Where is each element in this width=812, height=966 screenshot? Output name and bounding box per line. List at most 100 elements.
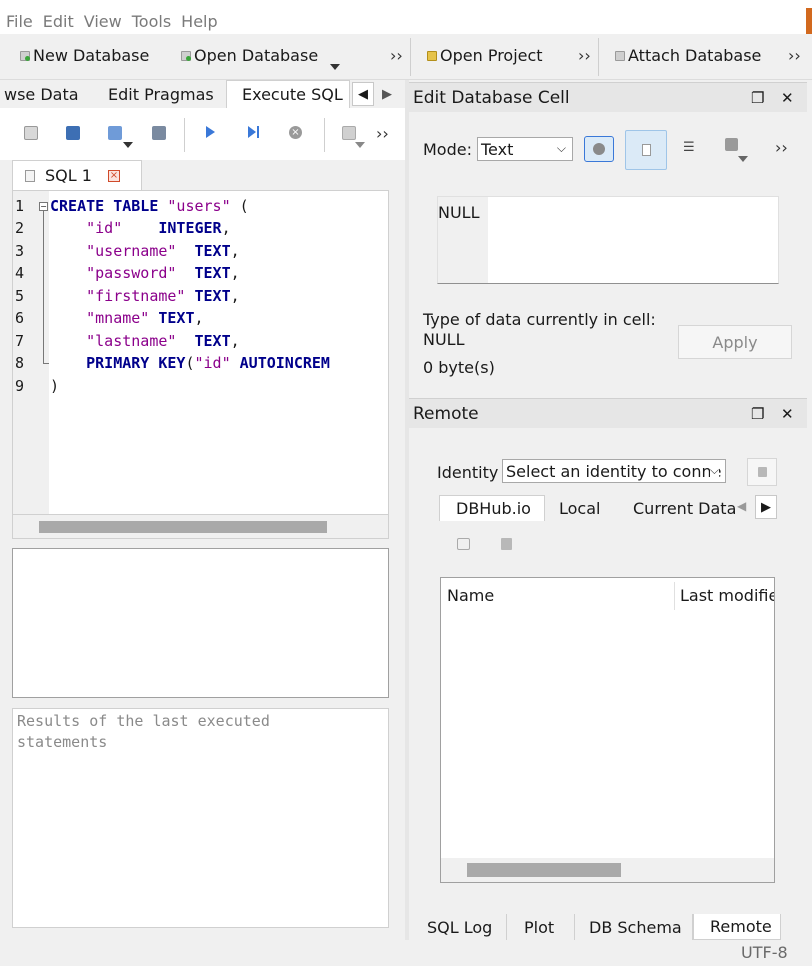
editor-horizontal-scrollbar[interactable] — [12, 515, 389, 539]
menu-edit[interactable]: Edit — [43, 12, 74, 31]
document-icon — [642, 144, 651, 156]
mode-select[interactable]: Text ⌵ — [477, 137, 573, 161]
menu-help[interactable]: Help — [181, 12, 217, 31]
remote-title: Remote — [413, 403, 479, 424]
print-icon[interactable] — [152, 126, 166, 140]
code-line: "username" TEXT, — [86, 242, 240, 260]
line-number: 5 — [15, 287, 25, 305]
type-label: Type of data currently in cell: — [423, 310, 656, 329]
code-line: "id" INTEGER, — [86, 219, 231, 237]
import-icon[interactable] — [725, 138, 738, 151]
main-tab-bar: wse Data Edit Pragmas Execute SQL ◀ ▶ — [0, 80, 405, 108]
tab-execute-sql[interactable]: Execute SQL — [226, 80, 350, 108]
identity-select[interactable]: Select an identity to conne ⌵ — [502, 459, 726, 483]
list-header: Name Last modified — [441, 578, 774, 612]
open-database-button[interactable]: Open Database — [181, 46, 318, 65]
results-grid[interactable] — [12, 548, 389, 698]
column-header-name[interactable]: Name — [447, 586, 494, 605]
sql-editor[interactable]: 1 2 3 4 5 6 7 8 9 − CREATE TABLE "users"… — [12, 190, 389, 515]
save-dropdown-icon[interactable] — [123, 142, 133, 148]
edit-cell-title: Edit Database Cell — [413, 87, 570, 108]
open-tab-icon[interactable] — [24, 126, 38, 140]
tab-sql-log[interactable]: SQL Log — [413, 914, 507, 940]
cell-size: 0 byte(s) — [423, 358, 495, 377]
execute-all-icon[interactable] — [206, 126, 215, 138]
open-project-icon — [427, 50, 437, 61]
sql-toolbar-overflow[interactable]: ›› — [376, 124, 389, 143]
refresh-icon[interactable] — [457, 538, 470, 550]
toolbar-overflow-2[interactable]: ›› — [578, 46, 591, 65]
edit-cell-overflow[interactable]: ›› — [775, 138, 788, 157]
scrollbar-thumb[interactable] — [467, 863, 621, 877]
new-database-button[interactable]: New Database — [20, 46, 149, 65]
null-label: NULL — [438, 203, 480, 222]
tab-edit-pragmas[interactable]: Edit Pragmas — [108, 80, 214, 108]
execute-line-bar — [257, 126, 259, 138]
scrollbar-thumb[interactable] — [39, 521, 327, 533]
tab-plot[interactable]: Plot — [507, 914, 575, 940]
message-line: statements — [17, 733, 108, 751]
tab-current-database[interactable]: Current Datal — [633, 495, 735, 521]
sql-toolbar-separator — [184, 118, 185, 152]
column-divider[interactable] — [674, 582, 675, 610]
tab-local[interactable]: Local — [559, 495, 600, 521]
open-database-dropdown-icon[interactable] — [330, 64, 340, 70]
tab-dbhub[interactable]: DBHub.io — [439, 495, 545, 521]
tab-browse-data[interactable]: wse Data — [4, 80, 79, 108]
attach-database-icon — [615, 50, 625, 61]
cell-editor[interactable]: NULL — [437, 196, 779, 284]
list-icon[interactable]: ☰ — [683, 140, 695, 155]
triangle-left-icon: ◀ — [358, 86, 368, 102]
identity-settings-button[interactable] — [747, 458, 777, 486]
import-dropdown-icon[interactable] — [738, 156, 748, 162]
line-number: 2 — [15, 219, 25, 237]
close-tab-icon[interactable]: × — [107, 169, 120, 182]
document-icon — [25, 169, 35, 182]
line-number: 4 — [15, 264, 25, 282]
mode-label: Mode: — [423, 140, 472, 159]
remote-tab-bar: DBHub.io Local Current Datal ◀ ▶ — [439, 495, 777, 521]
toolbar-overflow-3[interactable]: ›› — [788, 46, 801, 65]
toolbar-overflow-1[interactable]: ›› — [390, 46, 403, 65]
menu-tools[interactable]: Tools — [132, 12, 171, 31]
auto-format-button[interactable] — [584, 136, 614, 162]
edit-cell-dock-title: Edit Database Cell ❐ ✕ — [409, 82, 807, 112]
sql-editor-tab[interactable]: SQL 1 × — [12, 160, 142, 190]
chevron-down-icon: ⌵ — [709, 463, 719, 478]
save-results-dropdown-icon[interactable] — [355, 142, 365, 148]
line-number: 6 — [15, 309, 25, 327]
remote-tab-scroll-right[interactable]: ▶ — [755, 495, 777, 519]
clone-icon[interactable] — [501, 538, 512, 550]
tab-scroll-left[interactable]: ◀ — [352, 82, 374, 106]
triangle-left-icon[interactable]: ◀ — [737, 499, 746, 513]
fold-marker-icon[interactable]: − — [39, 202, 48, 211]
save-results-icon[interactable] — [342, 126, 356, 140]
chevron-down-icon: ⌵ — [556, 141, 566, 155]
column-header-last-modified[interactable]: Last modified — [680, 586, 774, 605]
menu-file[interactable]: File — [6, 12, 33, 31]
tab-scroll-right[interactable]: ▶ — [376, 82, 398, 106]
open-sql-file-icon[interactable] — [66, 126, 80, 140]
remote-file-list[interactable]: Name Last modified — [440, 577, 775, 883]
line-number: 3 — [15, 242, 25, 260]
attach-database-button[interactable]: Attach Database — [615, 46, 761, 65]
open-project-button[interactable]: Open Project — [427, 46, 543, 65]
triangle-right-icon: ▶ — [761, 499, 771, 515]
close-icon[interactable]: ✕ — [781, 405, 794, 423]
tab-db-schema[interactable]: DB Schema — [575, 914, 693, 940]
save-sql-file-icon[interactable] — [108, 126, 122, 140]
close-icon[interactable]: ✕ — [781, 89, 794, 107]
tab-remote[interactable]: Remote — [693, 914, 781, 940]
list-horizontal-scrollbar[interactable] — [441, 858, 774, 882]
float-icon[interactable]: ❐ — [751, 89, 764, 107]
float-icon[interactable]: ❐ — [751, 405, 764, 423]
apply-button[interactable]: Apply — [678, 325, 792, 359]
word-wrap-button[interactable] — [625, 130, 667, 170]
execute-line-icon[interactable] — [248, 126, 256, 138]
remote-dock-title: Remote ❐ ✕ — [409, 398, 807, 428]
toolbar-separator — [410, 38, 411, 76]
encoding-status: UTF-8 — [741, 943, 788, 962]
menu-view[interactable]: View — [84, 12, 122, 31]
sql-toolbar-separator — [324, 118, 325, 152]
stop-execution-icon[interactable]: × — [289, 126, 302, 139]
